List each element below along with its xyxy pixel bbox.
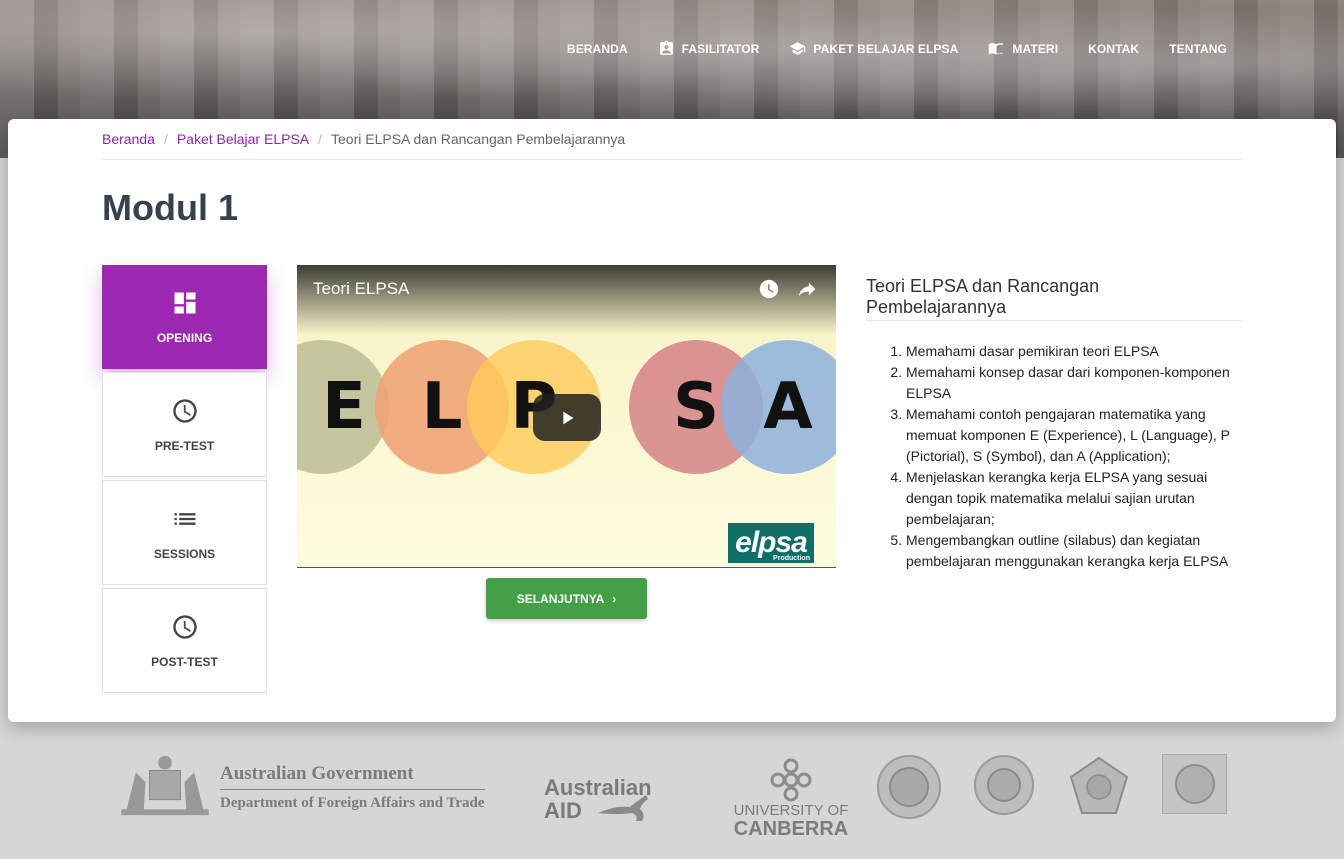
letter-l: L xyxy=(421,370,463,444)
nav-paket-belajar[interactable]: PAKET BELAJAR ELPSA xyxy=(789,40,958,57)
video-actions xyxy=(758,278,818,300)
side-item-label: PRE-TEST xyxy=(154,438,215,453)
module-info: Teori ELPSA dan Rancangan Pembelajaranny… xyxy=(866,265,1242,572)
nav-label: BERANDA xyxy=(566,41,628,56)
ag-line2: Department of Foreign Affairs and Trade xyxy=(220,794,485,811)
objective-item: Memahami konsep dasar dari komponen-komp… xyxy=(906,362,1242,404)
side-item-sessions[interactable]: SESSIONS xyxy=(102,480,267,585)
side-item-post-test[interactable]: POST-TEST xyxy=(102,588,267,693)
university-of-canberra-logo: UNIVERSITY OF CANBERRA xyxy=(730,752,852,844)
play-button[interactable] xyxy=(533,394,601,441)
objective-item: Menjelaskan kerangka kerja ELPSA yang se… xyxy=(906,467,1242,530)
next-button[interactable]: SELANJUTNYA › xyxy=(486,578,647,619)
ag-line1: Australian Government xyxy=(220,763,485,790)
objective-item: Memahami dasar pemikiran teori ELPSA xyxy=(906,341,1242,362)
seal-inner xyxy=(889,767,929,807)
clock-icon xyxy=(172,398,197,423)
nav-label: KONTAK xyxy=(1088,41,1140,56)
chevron-right-icon: › xyxy=(612,591,617,606)
uc-line2: CANBERRA xyxy=(733,817,849,840)
elpsa-logo: elpsa Production xyxy=(728,523,814,563)
nav-materi[interactable]: MATERI xyxy=(988,40,1058,57)
breadcrumb-paket-belajar[interactable]: Paket Belajar ELPSA xyxy=(177,131,309,147)
breadcrumb-separator: / xyxy=(163,131,168,147)
nav-label: MATERI xyxy=(1012,41,1059,56)
objectives-list: Memahami dasar pemikiran teori ELPSA Mem… xyxy=(866,341,1242,572)
letter-e: E xyxy=(322,370,366,444)
provincial-emblem-logo xyxy=(1068,755,1130,817)
content-card: Beranda / Paket Belajar ELPSA / Teori EL… xyxy=(8,119,1336,722)
objective-item: Memahami contoh pengajaran matematika ya… xyxy=(906,404,1242,467)
dashboard-icon xyxy=(174,292,195,314)
nav-label: PAKET BELAJAR ELPSA xyxy=(813,41,959,56)
video-player[interactable]: E L P S A Teori ELPSA elpsaProduction xyxy=(297,265,836,568)
book-icon xyxy=(989,43,1004,55)
letter-s: S xyxy=(672,370,720,444)
side-item-opening[interactable]: OPENING xyxy=(102,265,267,369)
badge-icon xyxy=(659,40,673,55)
play-icon xyxy=(563,411,574,424)
video-topbar xyxy=(297,265,836,335)
list-icon xyxy=(174,512,195,525)
side-item-label: SESSIONS xyxy=(153,546,216,561)
australian-government-logo: Australian Government Department of Fore… xyxy=(116,752,516,822)
objective-item: Mengembangkan outline (silabus) dan kegi… xyxy=(906,530,1242,572)
side-menu: OPENING PRE-TEST SESSIONS POST-TEST xyxy=(102,265,267,696)
uc-line1: UNIVERSITY OF xyxy=(733,801,849,819)
top-nav: BERANDA FASILITATOR PAKET BELAJAR ELPSA … xyxy=(567,40,1227,57)
watch-later-icon[interactable] xyxy=(758,278,780,300)
module-info-title: Teori ELPSA dan Rancangan Pembelajaranny… xyxy=(866,265,1242,321)
partner-logos: Australian Government Department of Fore… xyxy=(0,730,1344,859)
lpmp-ntb-logo xyxy=(1162,754,1227,814)
school-icon xyxy=(790,42,806,55)
side-item-pre-test[interactable]: PRE-TEST xyxy=(102,372,267,477)
video-title[interactable]: Teori ELPSA xyxy=(313,279,409,299)
nav-beranda[interactable]: BERANDA xyxy=(567,42,628,56)
ikip-seal-logo xyxy=(877,755,941,819)
elpsa-logo-subtext: Production xyxy=(773,555,810,562)
page-title: Modul 1 xyxy=(102,187,238,228)
breadcrumb: Beranda / Paket Belajar ELPSA / Teori EL… xyxy=(102,131,1242,160)
side-item-label: POST-TEST xyxy=(151,654,218,669)
next-button-label: SELANJUTNYA xyxy=(516,591,605,606)
breadcrumb-current: Teori ELPSA dan Rancangan Pembelajaranny… xyxy=(331,131,626,147)
nav-label: TENTANG xyxy=(1169,41,1227,56)
kemendikbud-seal-logo xyxy=(974,755,1034,815)
uc-emblem-icon xyxy=(770,758,812,801)
ag-text-block: Australian Government Department of Fore… xyxy=(220,763,485,812)
nav-kontak[interactable]: KONTAK xyxy=(1088,42,1139,56)
side-item-label: OPENING xyxy=(156,331,213,345)
kangaroo-icon xyxy=(598,795,648,821)
seal-inner xyxy=(987,768,1021,802)
breadcrumb-beranda[interactable]: Beranda xyxy=(102,131,155,147)
letter-a: A xyxy=(763,370,813,444)
share-icon[interactable] xyxy=(796,278,818,300)
clock-icon xyxy=(172,614,197,639)
nav-fasilitator[interactable]: FASILITATOR xyxy=(658,40,760,57)
nav-label: FASILITATOR xyxy=(681,41,760,56)
australian-aid-logo: Australian AID xyxy=(544,770,659,830)
seal-inner xyxy=(1174,764,1215,804)
breadcrumb-separator: / xyxy=(318,131,323,147)
aid-line2: AID xyxy=(544,798,582,823)
nav-tentang[interactable]: TENTANG xyxy=(1169,42,1227,56)
coat-of-arms-icon xyxy=(121,755,209,816)
shield-icon xyxy=(1069,756,1129,814)
